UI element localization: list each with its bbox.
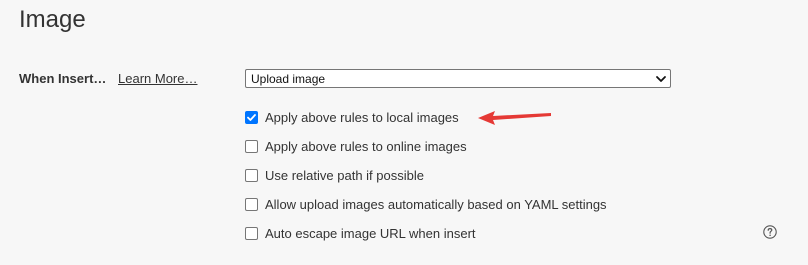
- option-label: Allow upload images automatically based …: [265, 196, 607, 212]
- option-local-images[interactable]: Apply above rules to local images: [245, 109, 459, 125]
- option-label: Use relative path if possible: [265, 167, 424, 183]
- learn-more-link[interactable]: Learn More…: [118, 71, 197, 86]
- option-online-images[interactable]: Apply above rules to online images: [245, 138, 467, 154]
- red-arrow-icon: [478, 111, 551, 125]
- when-insert-label: When Insert…: [19, 71, 107, 86]
- option-relative-path[interactable]: Use relative path if possible: [245, 167, 424, 183]
- select-value: Upload image: [251, 72, 326, 86]
- chevron-down-icon: [656, 76, 666, 82]
- option-label: Apply above rules to local images: [265, 109, 459, 125]
- section-title: Image: [19, 6, 86, 33]
- local-images-checkbox[interactable]: [245, 110, 258, 124]
- online-images-checkbox[interactable]: [245, 139, 258, 153]
- option-label: Auto escape image URL when insert: [265, 225, 476, 241]
- option-yaml-upload[interactable]: Allow upload images automatically based …: [245, 196, 607, 212]
- when-insert-select[interactable]: Upload image: [245, 69, 671, 88]
- yaml-upload-checkbox[interactable]: [245, 197, 258, 211]
- question-circle-icon[interactable]: [763, 225, 777, 239]
- checkmark-icon: [247, 113, 256, 121]
- escape-url-checkbox[interactable]: [245, 226, 258, 240]
- relative-path-checkbox[interactable]: [245, 168, 258, 182]
- option-label: Apply above rules to online images: [265, 138, 467, 154]
- option-escape-url[interactable]: Auto escape image URL when insert: [245, 225, 476, 241]
